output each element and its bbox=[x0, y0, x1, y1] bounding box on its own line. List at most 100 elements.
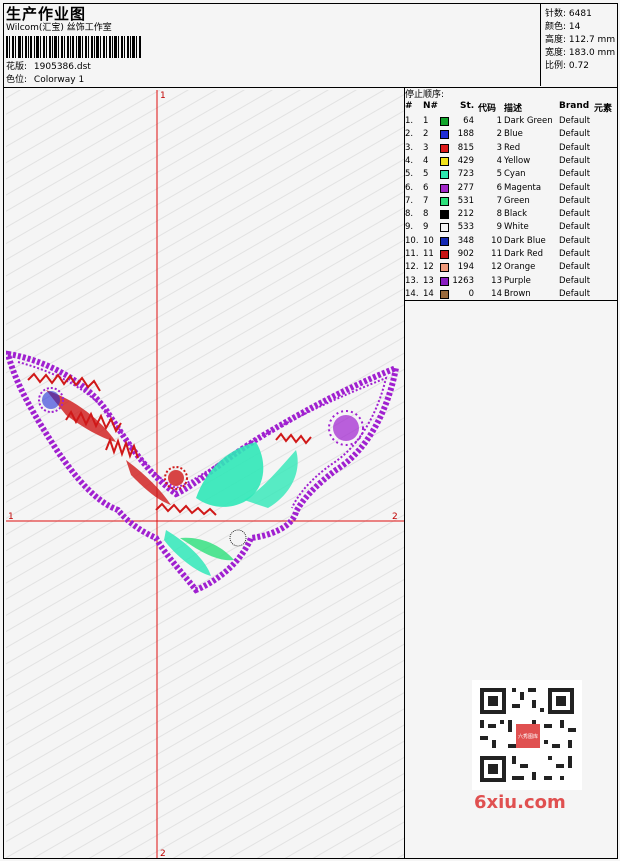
stat-height: 高度: 112.7 mm bbox=[545, 35, 616, 45]
row-brand: Default bbox=[559, 249, 591, 259]
sequence-row: 10. 10 348 10 Dark Blue Default bbox=[404, 235, 618, 248]
row-stitches: 902 bbox=[457, 249, 474, 259]
row-needle: 4 bbox=[423, 155, 429, 166]
stat-ratio: 比例: 0.72 bbox=[545, 61, 589, 71]
color-swatch bbox=[440, 170, 449, 180]
row-description: Red bbox=[504, 142, 521, 153]
row-code: 5 bbox=[496, 169, 502, 180]
row-index: 13. bbox=[405, 275, 419, 286]
row-brand: Default bbox=[559, 155, 591, 166]
row-description: Yellow bbox=[504, 155, 531, 166]
row-index: 5. bbox=[405, 169, 414, 180]
row-needle: 12 bbox=[423, 262, 434, 273]
sequence-row: 4. 4 429 4 Yellow Default bbox=[404, 155, 618, 168]
row-index: 3. bbox=[405, 142, 414, 153]
row-brand: Default bbox=[559, 262, 591, 273]
row-stitches: 277 bbox=[457, 182, 474, 193]
sequence-row: 5. 5 723 5 Cyan Default bbox=[404, 168, 618, 181]
row-code: 7 bbox=[496, 195, 502, 206]
axis-label-bottom: 2 bbox=[160, 849, 166, 858]
color-swatch bbox=[440, 276, 449, 286]
row-code: 8 bbox=[496, 209, 502, 220]
row-stitches: 723 bbox=[457, 169, 474, 180]
sequence-row: 13. 13 1263 13 Purple Default bbox=[404, 275, 618, 288]
row-needle: 1 bbox=[423, 116, 429, 126]
row-index: 14. bbox=[405, 288, 419, 299]
row-index: 2. bbox=[405, 129, 414, 140]
row-code: 4 bbox=[496, 155, 502, 166]
white-dots bbox=[229, 529, 247, 547]
flower-center-core bbox=[168, 470, 184, 486]
row-code: 9 bbox=[496, 222, 502, 233]
sequence-rows: 1. 1 64 1 Dark Green Default 2. 2 188 2 Blue Defaul… bbox=[404, 115, 618, 301]
row-brand: Default bbox=[559, 235, 591, 246]
row-needle: 13 bbox=[423, 275, 434, 286]
row-code: 14 bbox=[491, 288, 502, 299]
row-description: Cyan bbox=[504, 169, 526, 180]
row-needle: 2 bbox=[423, 129, 429, 140]
row-needle: 14 bbox=[423, 288, 434, 299]
row-stitches: 0 bbox=[468, 288, 474, 299]
row-index: 10. bbox=[405, 235, 419, 246]
row-needle: 5 bbox=[423, 169, 429, 180]
col-index: # bbox=[405, 101, 413, 111]
row-brand: Default bbox=[559, 195, 591, 206]
watermark: 六秀图库 6xiu.com bbox=[470, 680, 585, 815]
color-swatch bbox=[440, 196, 449, 206]
row-description: Dark Green bbox=[504, 116, 553, 126]
row-needle: 11 bbox=[423, 249, 434, 259]
row-stitches: 188 bbox=[457, 129, 474, 140]
col-description: 描述 bbox=[504, 104, 523, 114]
color-swatch bbox=[440, 183, 449, 193]
row-stitches: 533 bbox=[457, 222, 474, 233]
colorway-label: 色位: bbox=[6, 75, 28, 85]
row-stitches: 348 bbox=[457, 235, 474, 246]
row-code: 10 bbox=[491, 235, 502, 246]
row-description: Purple bbox=[504, 275, 531, 286]
watermark-site: 6xiu.com bbox=[474, 792, 566, 813]
row-needle: 9 bbox=[423, 222, 429, 233]
color-swatch bbox=[440, 156, 449, 166]
color-swatch bbox=[440, 210, 449, 220]
row-needle: 6 bbox=[423, 182, 429, 193]
col-n: N# bbox=[423, 101, 439, 111]
width-value: 183.0 mm bbox=[568, 48, 616, 58]
row-description: Dark Red bbox=[504, 249, 544, 259]
color-swatch bbox=[440, 236, 449, 246]
row-index: 6. bbox=[405, 182, 414, 193]
row-code: 12 bbox=[491, 262, 502, 273]
stats-panel: 针数: 6481 颜色: 14 高度: 112.7 mm 宽度: 183.0 m… bbox=[540, 4, 619, 86]
sequence-row: 3. 3 815 3 Red Default bbox=[404, 142, 618, 155]
row-brand: Default bbox=[559, 288, 591, 299]
qr-code: 六秀图库 bbox=[472, 680, 582, 790]
row-code: 13 bbox=[491, 275, 502, 286]
row-brand: Default bbox=[559, 275, 591, 286]
row-stitches: 64 bbox=[463, 116, 474, 126]
row-description: Orange bbox=[504, 262, 536, 273]
col-stitches: St. bbox=[460, 101, 475, 111]
row-index: 7. bbox=[405, 195, 414, 206]
row-stitches: 194 bbox=[457, 262, 474, 273]
white-dots-core bbox=[229, 529, 247, 547]
stat-colors: 颜色: 14 bbox=[545, 22, 581, 32]
row-index: 11. bbox=[405, 249, 419, 259]
row-description: Green bbox=[504, 195, 530, 206]
row-code: 2 bbox=[496, 129, 502, 140]
row-brand: Default bbox=[559, 142, 591, 153]
height-value: 112.7 mm bbox=[568, 35, 616, 45]
row-brand: Default bbox=[559, 222, 591, 233]
row-stitches: 815 bbox=[457, 142, 474, 153]
row-brand: Default bbox=[559, 116, 591, 126]
row-index: 12. bbox=[405, 262, 419, 273]
col-element: 元素 bbox=[594, 104, 613, 114]
row-description: Black bbox=[504, 209, 527, 220]
row-code: 3 bbox=[496, 142, 502, 153]
ratio-value: 0.72 bbox=[568, 61, 589, 71]
sequence-row: 2. 2 188 2 Blue Default bbox=[404, 128, 618, 141]
row-brand: Default bbox=[559, 129, 591, 140]
sequence-row: 6. 6 277 6 Magenta Default bbox=[404, 182, 618, 195]
row-description: Blue bbox=[504, 129, 523, 140]
sequence-row: 7. 7 531 7 Green Default bbox=[404, 195, 618, 208]
row-brand: Default bbox=[559, 182, 591, 193]
row-description: Dark Blue bbox=[504, 235, 546, 246]
